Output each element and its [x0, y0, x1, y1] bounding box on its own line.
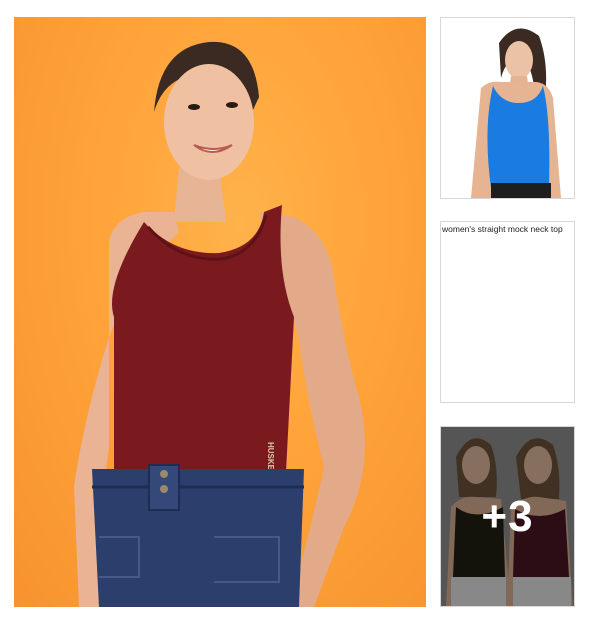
model-blue-tank-illustration	[471, 28, 561, 198]
thumbnail-blue-tank[interactable]	[440, 17, 575, 199]
model-maroon-tank-illustration: HUSKERS	[74, 41, 365, 607]
thumbnail-caption: women's straight mock neck top	[442, 224, 563, 234]
thumbnail-more-images[interactable]: +3	[440, 426, 575, 607]
more-images-count: +3	[481, 491, 534, 541]
thumbnail-mock-neck-top[interactable]: women's straight mock neck top	[440, 221, 575, 403]
more-images-overlay[interactable]: +3	[441, 427, 574, 606]
main-product-image[interactable]: HUSKERS	[14, 17, 426, 607]
